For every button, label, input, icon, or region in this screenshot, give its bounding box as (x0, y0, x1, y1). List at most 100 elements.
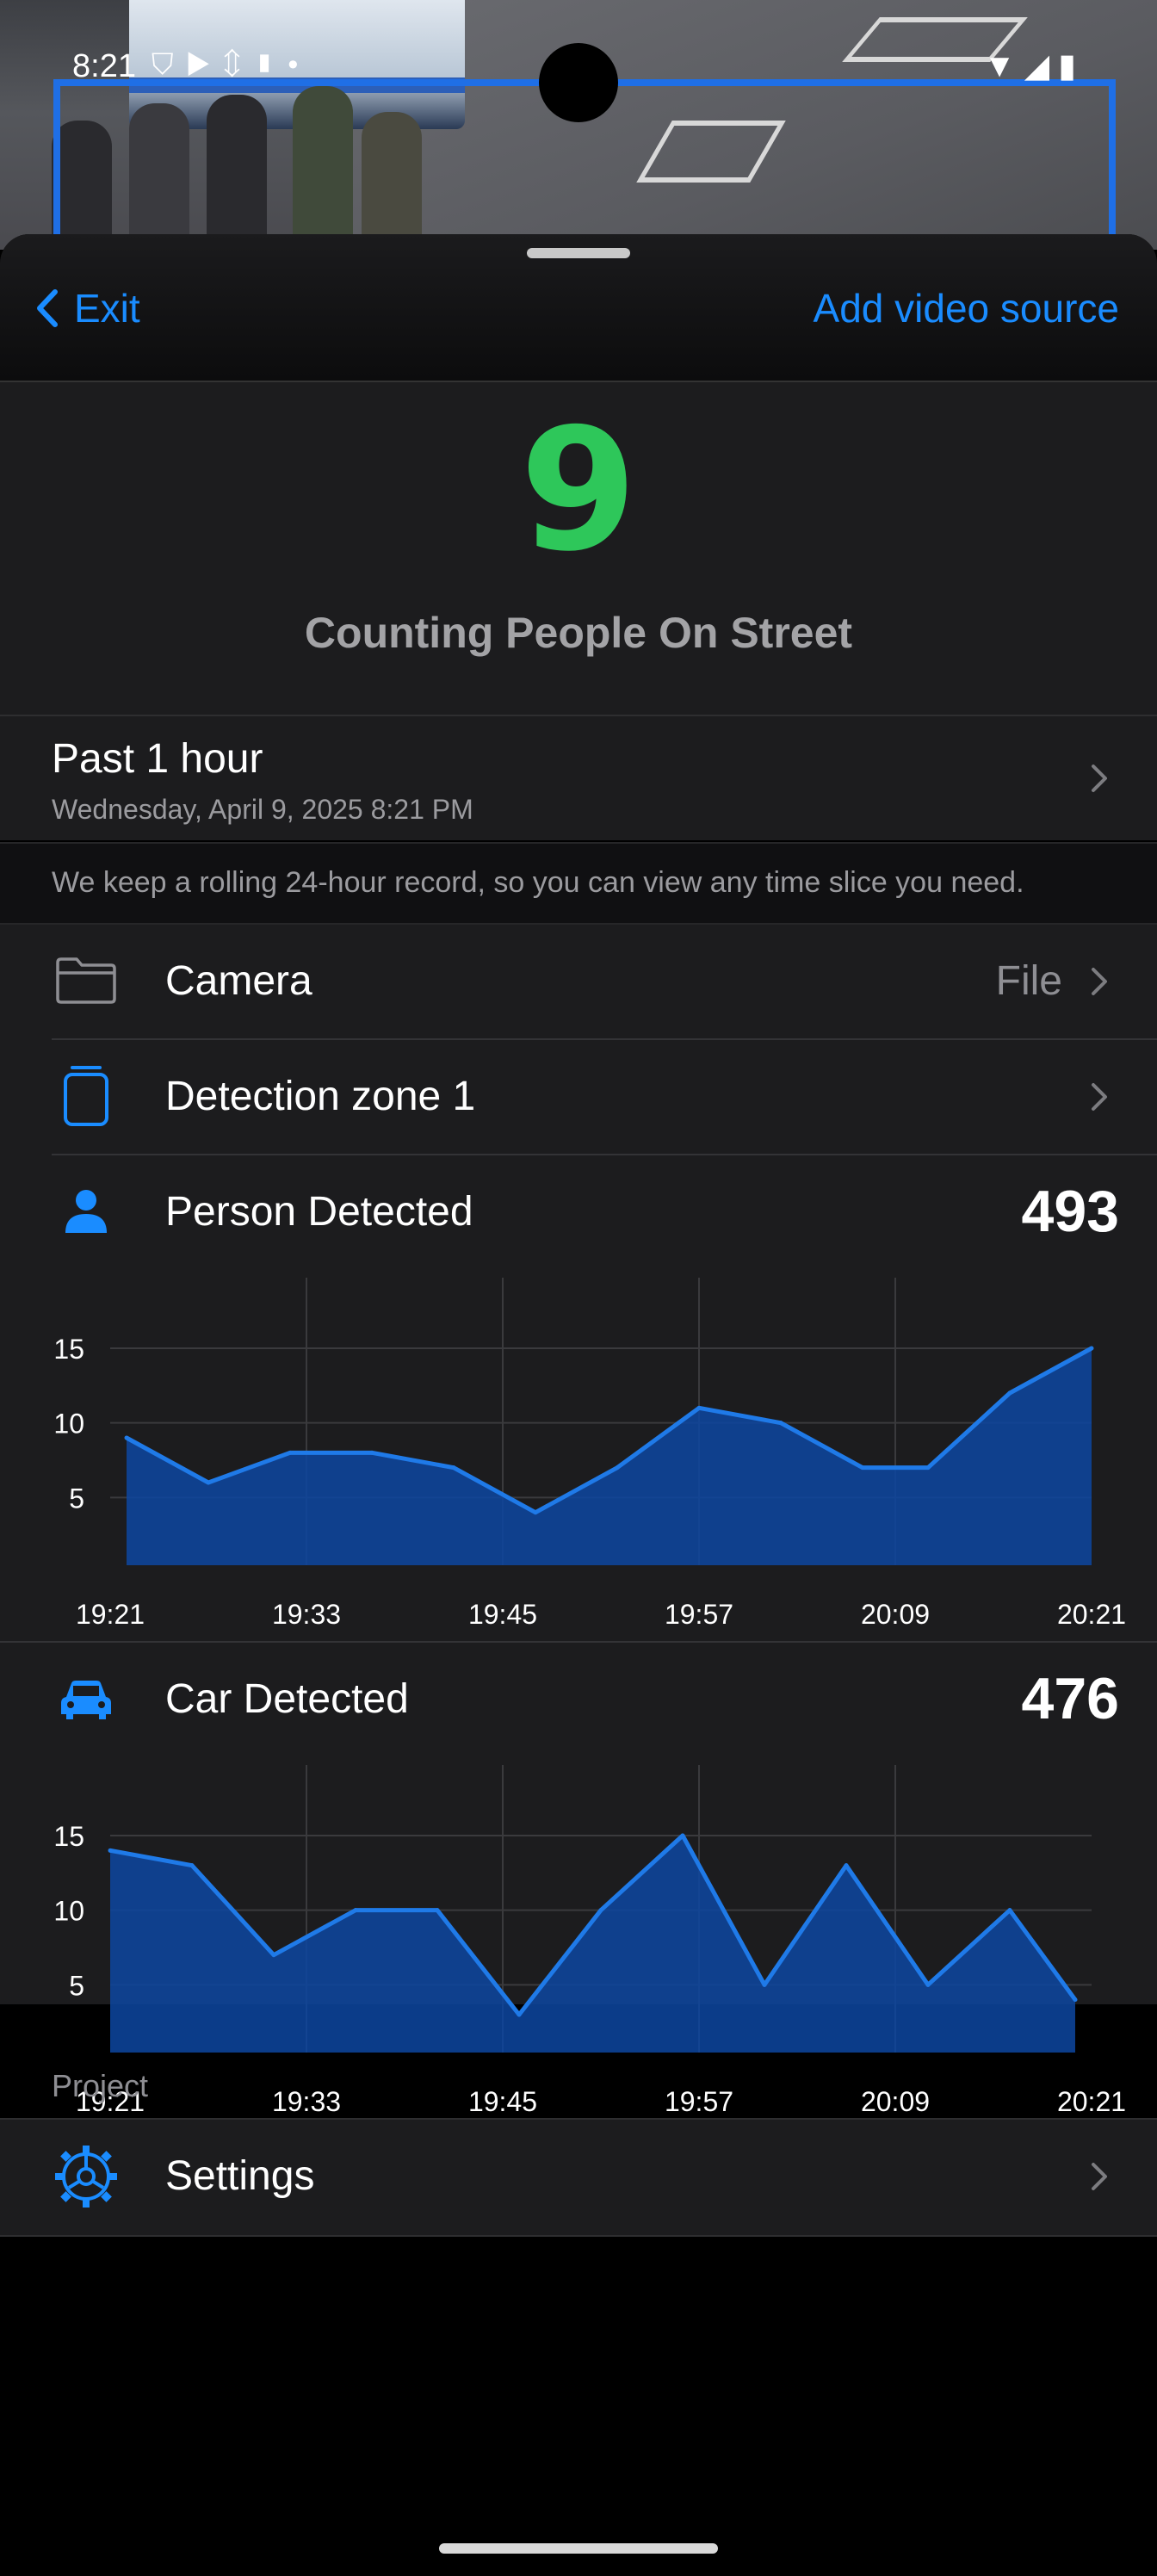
data-point (124, 1435, 129, 1440)
data-point (353, 1908, 358, 1913)
y-tick-label: 15 (53, 1334, 84, 1365)
x-tick-label: 19:57 (665, 2086, 733, 2117)
status-time: 8:21 (72, 48, 136, 84)
person-icon (52, 1176, 121, 1245)
x-tick-label: 19:33 (272, 2086, 341, 2117)
data-point (762, 1982, 767, 1987)
data-point (288, 1450, 293, 1455)
data-point (533, 1510, 538, 1515)
data-point (844, 1863, 849, 1868)
folder-icon (52, 945, 121, 1014)
car-detected-row: Car Detected 476 (0, 1643, 1157, 1756)
x-tick-label: 19:33 (272, 1599, 341, 1630)
chevron-right-icon (1090, 1081, 1109, 1112)
data-point (271, 1953, 276, 1958)
sheet-drag-handle[interactable] (527, 248, 630, 258)
y-tick-label: 15 (53, 1821, 84, 1852)
status-left-icons: ⛉▶⇕▮• (152, 48, 310, 82)
data-point (696, 1405, 702, 1410)
data-point (189, 1863, 195, 1868)
camera-cutout (539, 43, 618, 122)
notification-icon: ⇕ (223, 48, 253, 81)
data-point (1007, 1390, 1012, 1396)
data-point (778, 1421, 783, 1426)
time-range-selector[interactable]: Past 1 hour Wednesday, April 9, 2025 8:2… (0, 716, 1157, 840)
x-tick-label: 19:45 (468, 1599, 537, 1630)
time-range-title: Past 1 hour (52, 736, 263, 782)
data-point (615, 1465, 620, 1471)
retention-note: We keep a rolling 24-hour record, so you… (0, 842, 1157, 925)
series-area (110, 1836, 1075, 2053)
camera-row[interactable]: Camera File (0, 925, 1157, 1038)
home-indicator[interactable] (439, 2543, 718, 2554)
data-point (108, 1848, 113, 1853)
camera-source-value: File (995, 958, 1062, 1004)
car-icon (52, 1665, 121, 1734)
detection-zone-label: Detection zone 1 (165, 1074, 476, 1119)
exit-button[interactable]: Exit (33, 282, 140, 334)
add-video-source-button[interactable]: Add video source (814, 282, 1119, 334)
x-tick-label: 19:45 (468, 2086, 537, 2117)
settings-label: Settings (165, 2153, 315, 2199)
count-hero: 9 Counting People On Street (0, 382, 1157, 716)
dot-icon: • (288, 48, 311, 81)
gear-icon (52, 2142, 121, 2211)
data-point (925, 1982, 931, 1987)
data-point (680, 1833, 685, 1838)
play-store-icon: ▶ (185, 48, 224, 81)
data-point (369, 1450, 374, 1455)
x-tick-label: 20:09 (861, 1599, 930, 1630)
settings-row[interactable]: Settings (0, 2118, 1157, 2237)
battery-icon: ▮ (1058, 48, 1085, 84)
sd-card-icon: ▮ (252, 48, 288, 81)
car-chart: 5 10 15 19:21 19:33 19:45 19:57 20:09 20:21 (0, 1756, 1157, 2118)
data-point (598, 1908, 603, 1913)
person-detected-row: Person Detected 493 (0, 1155, 1157, 1269)
data-point (1073, 1997, 1078, 2003)
data-point (435, 1908, 440, 1913)
y-tick-label: 5 (69, 1970, 84, 2001)
signal-icon: ◢ (1024, 48, 1059, 84)
y-tick-label: 10 (53, 1409, 84, 1440)
wifi-icon: ▼ (983, 48, 1024, 84)
nav-bar: Exit Add video source (0, 234, 1157, 382)
time-range-date: Wednesday, April 9, 2025 8:21 PM (52, 794, 473, 825)
data-point (451, 1465, 456, 1471)
detection-card: Camera File Detection zone 1 Person Dete… (0, 925, 1157, 2117)
data-point (206, 1480, 211, 1485)
people-count: 9 (519, 393, 638, 589)
car-detected-label: Car Detected (165, 1676, 409, 1722)
data-point (925, 1465, 931, 1471)
x-tick-label: 19:57 (665, 1599, 733, 1630)
x-tick-label: 19:21 (76, 1599, 145, 1630)
x-tick-label: 20:21 (1057, 2086, 1126, 2117)
data-point (1007, 1908, 1012, 1913)
data-point (517, 2012, 522, 2017)
chevron-left-icon (37, 289, 58, 327)
vpn-shield-icon: ⛉ (152, 48, 186, 81)
y-tick-label: 10 (53, 1896, 84, 1927)
car-detected-total: 476 (1021, 1666, 1119, 1731)
camera-label: Camera (165, 958, 312, 1004)
detection-zone-row[interactable]: Detection zone 1 (0, 1040, 1157, 1154)
data-point (1089, 1346, 1094, 1351)
person-chart-svg: 5 10 15 19:21 19:33 19:45 19:57 20:09 20:21 (53, 1278, 1126, 1630)
person-detected-total: 493 (1021, 1179, 1119, 1244)
person-chart: 5 10 15 19:21 19:33 19:45 19:57 20:09 20:21 (0, 1269, 1157, 1631)
project-section-header: Project (52, 2068, 149, 2103)
project-title: Counting People On Street (304, 609, 853, 657)
status-right-icons: ▼◢▮ (983, 46, 1085, 85)
data-point (860, 1465, 865, 1471)
bottom-sheet: Exit Add video source 9 Counting People … (0, 234, 1157, 2576)
x-tick-label: 20:09 (861, 2086, 930, 2117)
person-detected-label: Person Detected (165, 1189, 473, 1235)
series-area (127, 1348, 1092, 1565)
car-chart-svg: 5101519:21 19:33 19:45 19:57 20:09 20:21 (53, 1765, 1126, 2117)
chevron-right-icon (1090, 2161, 1109, 2192)
retention-note-text: We keep a rolling 24-hour record, so you… (52, 866, 1024, 899)
zone-icon (52, 1061, 121, 1130)
chevron-right-icon (1090, 966, 1109, 997)
x-tick-label: 20:21 (1057, 1599, 1126, 1630)
exit-label: Exit (74, 286, 140, 331)
chevron-right-icon (1090, 763, 1109, 794)
